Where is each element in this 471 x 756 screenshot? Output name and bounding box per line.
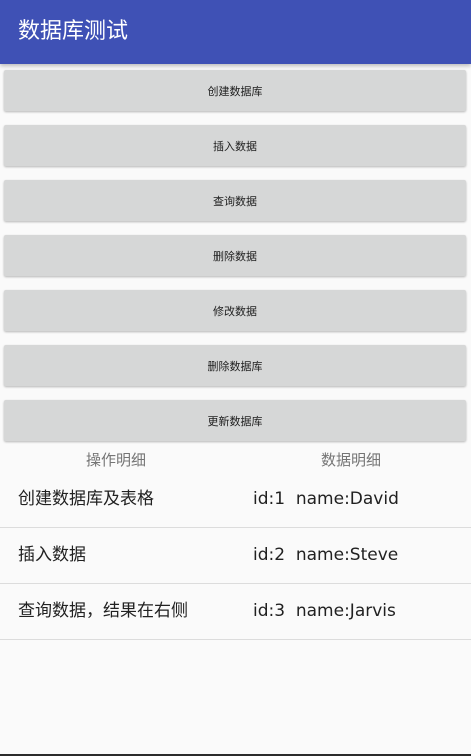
app-title: 数据库测试: [18, 19, 129, 44]
delete-data-button[interactable]: 删除数据: [4, 235, 466, 276]
result-list[interactable]: 创建数据库及表格 id:1 name:David 插入数据 id:2 name:…: [0, 472, 471, 640]
list-item[interactable]: 插入数据 id:2 name:Steve: [0, 528, 471, 584]
query-data-button[interactable]: 查询数据: [4, 180, 466, 221]
operation-text: 查询数据，结果在右侧: [18, 601, 188, 621]
upgrade-database-button[interactable]: 更新数据库: [4, 400, 466, 441]
operation-text: 插入数据: [18, 545, 86, 565]
data-text: id:3 name:Jarvis: [253, 601, 396, 621]
operation-text: 创建数据库及表格: [18, 489, 154, 509]
operation-column-header: 操作明细: [86, 451, 147, 469]
create-database-button[interactable]: 创建数据库: [4, 70, 466, 111]
insert-data-button[interactable]: 插入数据: [4, 125, 466, 166]
app-bar: 数据库测试: [0, 0, 471, 64]
data-text: id:2 name:Steve: [253, 545, 399, 565]
data-column-header: 数据明细: [321, 451, 382, 469]
data-text: id:1 name:David: [253, 489, 399, 509]
update-data-button[interactable]: 修改数据: [4, 290, 466, 331]
list-item[interactable]: 创建数据库及表格 id:1 name:David: [0, 472, 471, 528]
delete-database-button[interactable]: 删除数据库: [4, 345, 466, 386]
list-item[interactable]: 查询数据，结果在右侧 id:3 name:Jarvis: [0, 584, 471, 640]
